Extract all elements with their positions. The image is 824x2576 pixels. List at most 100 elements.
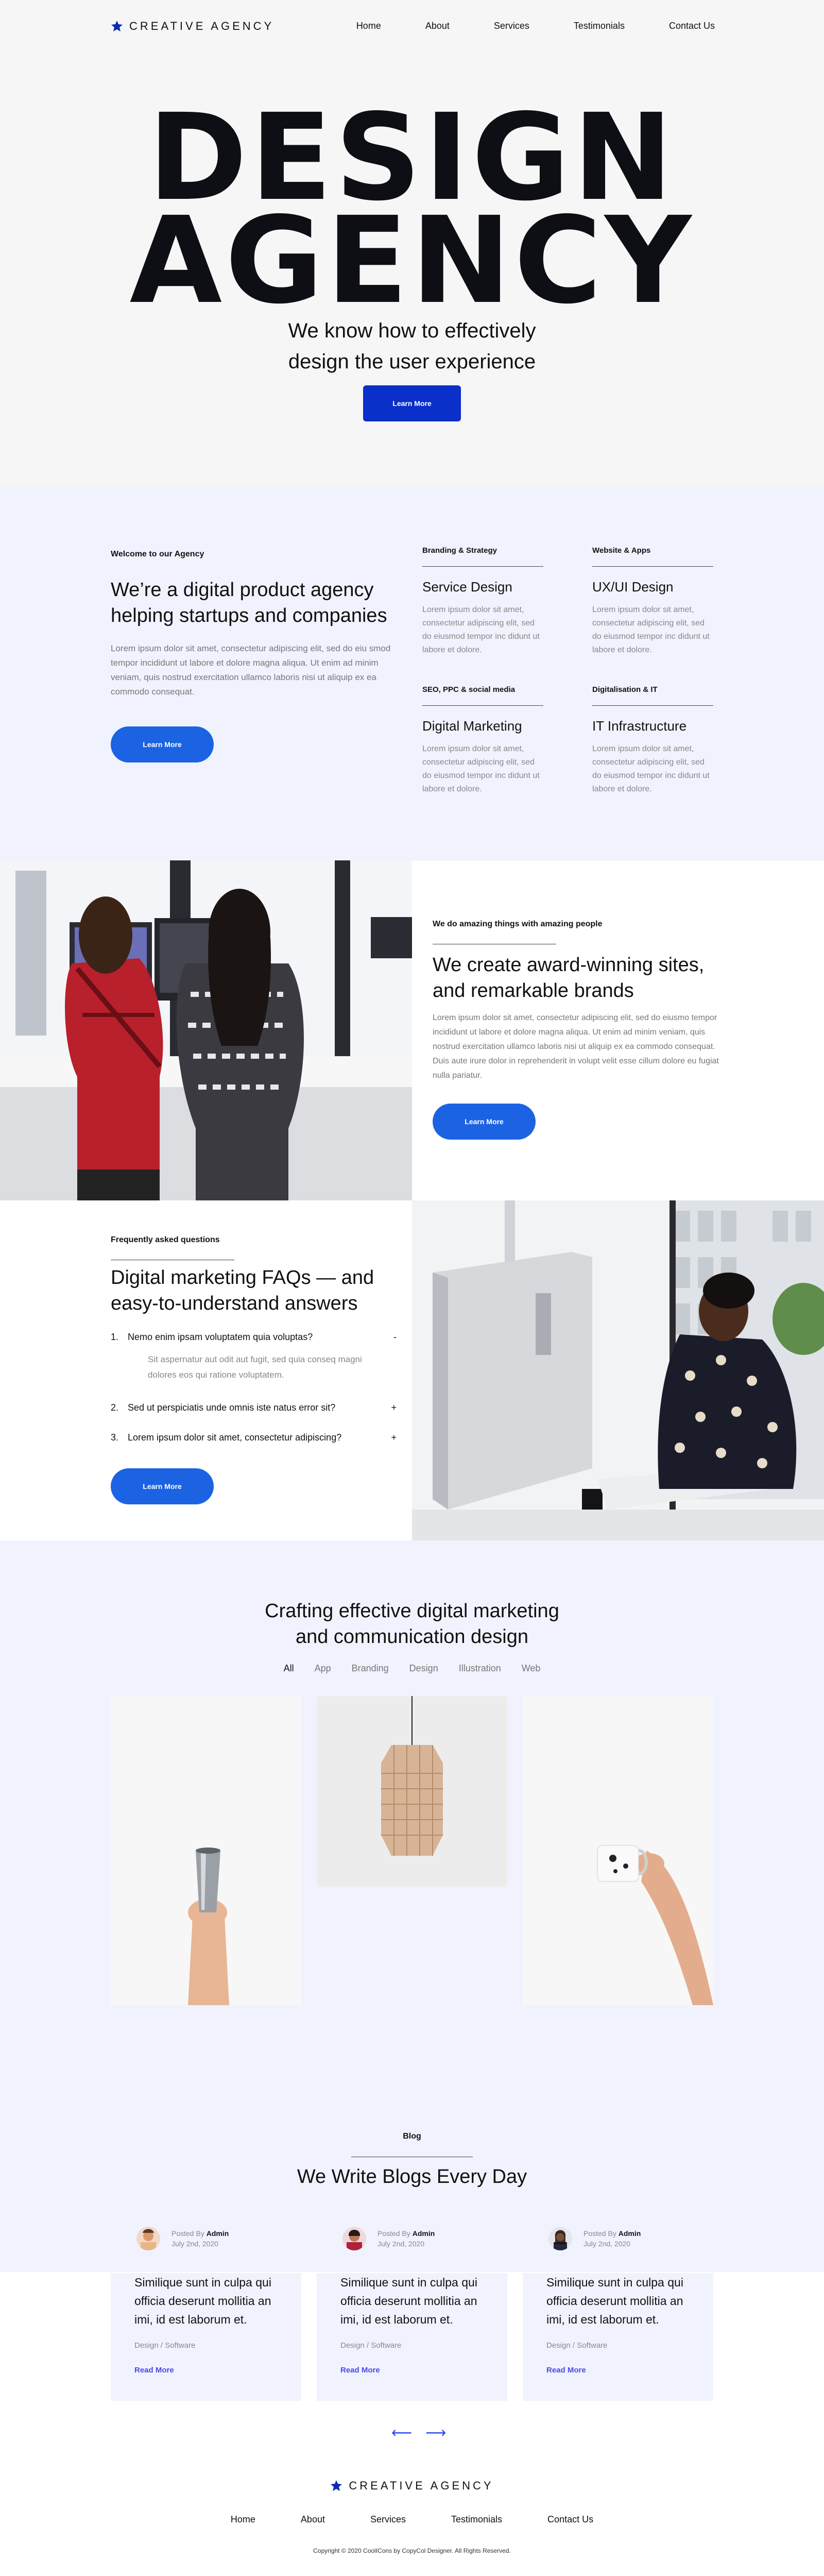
author-avatar (136, 2227, 160, 2250)
service-title[interactable]: Digital Marketing (422, 718, 543, 734)
author-name[interactable]: Admin (207, 2229, 229, 2238)
star-logo-icon (331, 2480, 342, 2491)
about-section: Welcome to our Agency We’re a digital pr… (0, 487, 824, 860)
footer-testimonials[interactable]: Testimonials (451, 2514, 502, 2525)
footer-home[interactable]: Home (231, 2514, 255, 2525)
service-category: Website & Apps (592, 546, 713, 567)
faq-question: Lorem ipsum dolor sit amet, consectetur … (128, 1432, 342, 1443)
collapse-icon[interactable]: - (393, 1332, 397, 1343)
faq-learn-more-button[interactable]: Learn More (111, 1468, 214, 1504)
nav-testimonials[interactable]: Testimonials (574, 21, 625, 31)
hero-learn-more-button[interactable]: Learn More (363, 385, 461, 421)
service-description: Lorem ipsum dolor sit amet, consectetur … (422, 744, 540, 793)
blog-card-title[interactable]: Similique sunt in culpa qui officia dese… (134, 2273, 289, 2329)
faq-answer: Sit aspernatur aut odit aut fugit, sed q… (148, 1354, 362, 1380)
service-card: Branding & Strategy Service Design Lorem… (422, 546, 543, 657)
footer-brand-name: CREATIVE AGENCY (349, 2479, 494, 2492)
faq-title: Digital marketing FAQs — and easy-to-und… (111, 1267, 374, 1314)
blog-card-title[interactable]: Similique sunt in culpa qui officia dese… (340, 2273, 495, 2329)
read-more-link[interactable]: Read More (546, 2366, 586, 2375)
arrow-left-icon[interactable]: ⟵ (391, 2424, 412, 2441)
portfolio-item-cup[interactable] (111, 1696, 301, 2005)
copyright: Copyright © 2020 CoolICons by CopyCol De… (313, 2547, 511, 2554)
service-category: SEO, PPC & social media (422, 685, 543, 706)
awards-body: Lorem ipsum dolor sit amet, consectetur … (433, 1013, 719, 1080)
author-name[interactable]: Admin (619, 2229, 641, 2238)
nav-links: Home About Services Testimonials Contact… (356, 21, 715, 31)
posted-by-label: Posted By (171, 2229, 204, 2238)
blog-card[interactable]: Posted By Admin July 2nd, 2020 Similique… (523, 2227, 713, 2401)
footer-links: Home About Services Testimonials Contact… (0, 2514, 824, 2525)
portfolio-filters: All App Branding Design Illustration Web (0, 1663, 824, 1674)
service-category: Branding & Strategy (422, 546, 543, 567)
post-date: July 2nd, 2020 (377, 2240, 425, 2248)
blog-title: We Write Blogs Every Day (297, 2166, 527, 2188)
faq-item[interactable]: 2. Sed ut perspiciatis unde omnis iste na… (111, 1402, 397, 1413)
blog-card-category: Design / Software (546, 2341, 608, 2350)
read-more-link[interactable]: Read More (340, 2366, 380, 2375)
nav-contact[interactable]: Contact Us (669, 21, 715, 31)
arrow-right-icon[interactable]: ⟶ (425, 2424, 446, 2441)
expand-icon[interactable]: + (391, 1402, 397, 1413)
read-more-link[interactable]: Read More (134, 2366, 174, 2375)
blog-pagination: ⟵ ⟶ (391, 2424, 446, 2441)
about-learn-more-button[interactable]: Learn More (111, 726, 214, 762)
service-title[interactable]: UX/UI Design (592, 579, 713, 595)
service-card: SEO, PPC & social media Digital Marketin… (422, 685, 543, 796)
logo[interactable]: CREATIVE AGENCY (111, 20, 274, 33)
expand-icon[interactable]: + (391, 1432, 397, 1443)
footer-logo[interactable]: CREATIVE AGENCY (0, 2479, 824, 2493)
faq-question: Sed ut perspiciatis unde omnis iste natu… (128, 1402, 336, 1413)
blog-card-category: Design / Software (340, 2341, 402, 2350)
faq-number: 1. (111, 1332, 119, 1342)
post-date: July 2nd, 2020 (171, 2240, 219, 2248)
post-date: July 2nd, 2020 (583, 2240, 631, 2248)
faq-question: Nemo enim ipsam voluptatem quia voluptas… (128, 1332, 313, 1342)
about-eyebrow: Welcome to our Agency (111, 550, 204, 558)
blog-card[interactable]: Posted By Admin July 2nd, 2020 Similique… (317, 2227, 507, 2401)
blog-card-category: Design / Software (134, 2341, 196, 2350)
author-avatar (548, 2227, 572, 2250)
about-body: Lorem ipsum dolor sit amet, consectetur … (111, 643, 391, 697)
footer-services[interactable]: Services (370, 2514, 406, 2525)
blog-card-title[interactable]: Similique sunt in culpa qui officia dese… (546, 2273, 701, 2329)
filter-branding[interactable]: Branding (352, 1663, 389, 1674)
page: CREATIVE AGENCY Home About Services Test… (0, 0, 824, 2576)
awards-section: We do amazing things with amazing people… (0, 860, 824, 1200)
portfolio-item-mug[interactable] (523, 1696, 713, 2005)
filter-illustration[interactable]: Illustration (459, 1663, 501, 1674)
faq-item[interactable]: 1. Nemo enim ipsam voluptatem quia volupt… (111, 1332, 397, 1383)
women-at-monitors-photo (0, 860, 412, 1200)
service-title[interactable]: Service Design (422, 579, 543, 595)
portfolio-title: Crafting effective digital marketing and… (0, 1598, 824, 1650)
author-avatar (342, 2227, 366, 2250)
hero-subtitle: We know how to effectively design the us… (0, 315, 824, 377)
portfolio-item-lamp[interactable] (317, 1696, 507, 1887)
faq-eyebrow: Frequently asked questions (111, 1235, 220, 1244)
faq-item[interactable]: 3. Lorem ipsum dolor sit amet, consectetu… (111, 1432, 397, 1443)
about-title: We’re a digital product agency helping s… (111, 579, 387, 626)
nav-about[interactable]: About (425, 21, 450, 31)
filter-web[interactable]: Web (522, 1663, 541, 1674)
service-card: Digitalisation & IT IT Infrastructure Lo… (592, 685, 713, 796)
nav-services[interactable]: Services (494, 21, 529, 31)
filter-app[interactable]: App (315, 1663, 331, 1674)
filter-all[interactable]: All (284, 1663, 294, 1674)
star-logo-icon (111, 21, 123, 31)
hero-subtitle-line-2: design the user experience (288, 350, 536, 373)
footer-contact[interactable]: Contact Us (547, 2514, 593, 2525)
awards-learn-more-button[interactable]: Learn More (433, 1104, 536, 1140)
author-name[interactable]: Admin (413, 2229, 435, 2238)
blog-card-meta: Posted By Admin July 2nd, 2020 (342, 2227, 435, 2250)
brand-name: CREATIVE AGENCY (129, 20, 274, 32)
footer-about[interactable]: About (301, 2514, 325, 2525)
nav-home[interactable]: Home (356, 21, 381, 31)
service-title[interactable]: IT Infrastructure (592, 718, 713, 734)
faq-number: 3. (111, 1432, 119, 1443)
top-nav: CREATIVE AGENCY Home About Services Test… (0, 0, 824, 52)
filter-design[interactable]: Design (409, 1663, 438, 1674)
blog-card-meta: Posted By Admin July 2nd, 2020 (136, 2227, 229, 2250)
faq-section: Frequently asked questions Digital marke… (0, 1200, 824, 1540)
service-description: Lorem ipsum dolor sit amet, consectetur … (592, 744, 710, 793)
blog-card[interactable]: Posted By Admin July 2nd, 2020 Similique… (111, 2227, 301, 2401)
